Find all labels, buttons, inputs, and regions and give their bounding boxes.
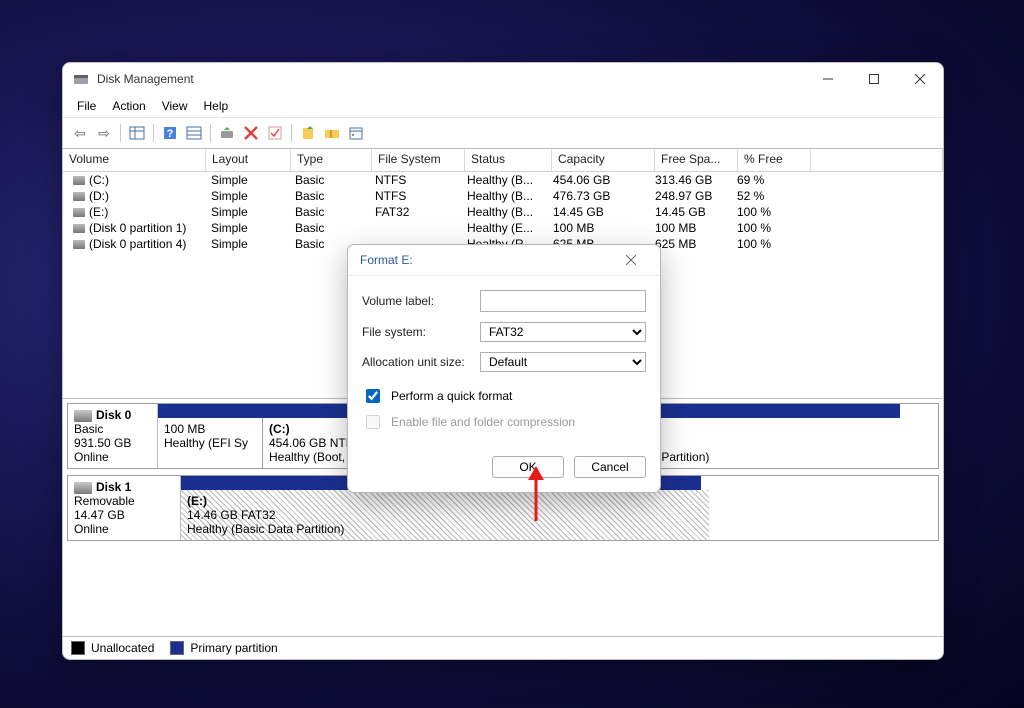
close-button[interactable] [897, 63, 943, 95]
new-volume-icon[interactable] [297, 122, 319, 144]
forward-icon[interactable]: ⇨ [93, 122, 115, 144]
legend-unallocated: Unallocated [91, 641, 154, 655]
file-system-label: File system: [362, 325, 480, 339]
help-icon[interactable]: ? [159, 122, 181, 144]
titlebar[interactable]: Disk Management [63, 63, 943, 95]
primary-swatch [170, 641, 184, 655]
unallocated-swatch [71, 641, 85, 655]
column-header[interactable]: File System [372, 149, 465, 171]
app-icon [73, 71, 89, 87]
allocation-unit-select[interactable]: Default [480, 352, 646, 372]
table-row[interactable]: (C:)SimpleBasicNTFSHealthy (B...454.06 G… [63, 172, 943, 188]
minimize-button[interactable] [805, 63, 851, 95]
list-view-icon[interactable] [183, 122, 205, 144]
menubar: File Action View Help [63, 95, 943, 118]
disk-icon [74, 410, 92, 422]
properties-icon[interactable] [345, 122, 367, 144]
dialog-title: Format E: [360, 253, 413, 267]
column-header[interactable]: Layout [206, 149, 291, 171]
check-icon[interactable] [264, 122, 286, 144]
menu-file[interactable]: File [69, 97, 104, 115]
compression-checkbox [366, 415, 380, 429]
volume-icon [73, 224, 85, 233]
allocation-unit-label: Allocation unit size: [362, 355, 480, 369]
menu-help[interactable]: Help [196, 97, 237, 115]
compression-label: Enable file and folder compression [391, 415, 575, 429]
dialog-titlebar[interactable]: Format E: [348, 245, 660, 276]
column-header[interactable]: Free Spa... [655, 149, 738, 171]
volume-icon [73, 208, 85, 217]
volume-label-label: Volume label: [362, 294, 480, 308]
column-header[interactable]: % Free [738, 149, 811, 171]
detail-view-icon[interactable] [126, 122, 148, 144]
format-dialog: Format E: Volume label: File system: FAT… [347, 244, 661, 493]
volume-label-input[interactable] [480, 290, 646, 312]
toolbar: ⇦ ⇨ ? [63, 118, 943, 149]
ok-button[interactable]: OK [492, 456, 564, 478]
svg-text:?: ? [167, 128, 174, 140]
volume-icon [73, 192, 85, 201]
quick-format-checkbox[interactable] [366, 389, 380, 403]
dialog-close-button[interactable] [614, 248, 648, 272]
quick-format-label: Perform a quick format [391, 389, 512, 403]
cancel-button[interactable]: Cancel [574, 456, 646, 478]
menu-action[interactable]: Action [104, 97, 153, 115]
column-header[interactable]: Volume [63, 149, 206, 171]
table-row[interactable]: (E:)SimpleBasicFAT32Healthy (B...14.45 G… [63, 204, 943, 220]
volume-icon [73, 176, 85, 185]
legend: Unallocated Primary partition [63, 637, 943, 659]
partition[interactable]: (E:)14.46 GB FAT32Healthy (Basic Data Pa… [181, 490, 709, 540]
menu-view[interactable]: View [154, 97, 196, 115]
table-row[interactable]: (Disk 0 partition 1)SimpleBasicHealthy (… [63, 220, 943, 236]
table-row[interactable]: (D:)SimpleBasicNTFSHealthy (B...476.73 G… [63, 188, 943, 204]
partition[interactable]: 100 MBHealthy (EFI Sy [158, 418, 263, 468]
legend-primary: Primary partition [190, 641, 277, 655]
back-icon[interactable]: ⇦ [69, 122, 91, 144]
column-header[interactable]: Capacity [552, 149, 655, 171]
column-header[interactable]: Status [465, 149, 552, 171]
refresh-icon[interactable] [216, 122, 238, 144]
volume-icon [73, 240, 85, 249]
file-system-select[interactable]: FAT32 [480, 322, 646, 342]
column-header[interactable]: Type [291, 149, 372, 171]
delete-icon[interactable] [240, 122, 262, 144]
maximize-button[interactable] [851, 63, 897, 95]
window-title: Disk Management [97, 72, 194, 86]
disk-icon [74, 482, 92, 494]
extend-volume-icon[interactable] [321, 122, 343, 144]
